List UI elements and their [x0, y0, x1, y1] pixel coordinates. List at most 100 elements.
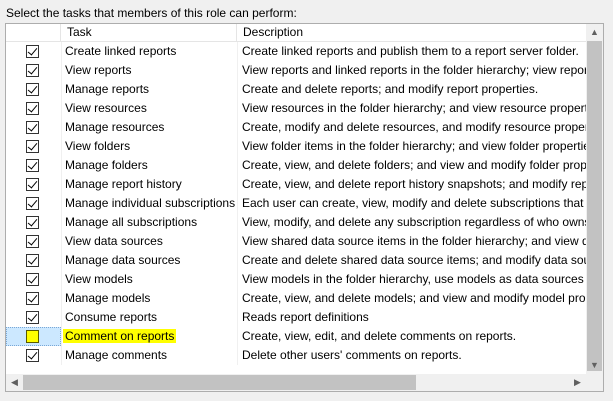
- column-header-task[interactable]: Task: [61, 24, 237, 41]
- row-task-cell[interactable]: Create linked reports: [61, 42, 237, 61]
- checked-checkbox[interactable]: [26, 235, 39, 248]
- table-row[interactable]: Manage all subscriptions View, modify, an…: [6, 213, 586, 232]
- row-check-cell[interactable]: [6, 42, 61, 61]
- row-task-cell[interactable]: Manage data sources: [61, 251, 237, 270]
- table-row[interactable]: Manage reports Create and delete reports;…: [6, 80, 586, 99]
- row-check-cell[interactable]: [6, 194, 61, 213]
- table-row[interactable]: Consume reports Reads report definitions: [6, 308, 586, 327]
- row-check-cell[interactable]: [6, 308, 61, 327]
- row-check-cell[interactable]: [6, 137, 61, 156]
- row-description-cell[interactable]: Reads report definitions: [237, 308, 586, 327]
- row-task-cell[interactable]: View data sources: [61, 232, 237, 251]
- table-row[interactable]: View resources View resources in the fold…: [6, 99, 586, 118]
- task-description: Create and delete reports; and modify re…: [242, 82, 539, 96]
- row-description-cell[interactable]: Create, modify and delete resources, and…: [237, 118, 586, 137]
- table-row[interactable]: Manage report history Create, view, and d…: [6, 175, 586, 194]
- table-row[interactable]: Manage folders Create, view, and delete f…: [6, 156, 586, 175]
- row-task-cell[interactable]: Consume reports: [61, 308, 237, 327]
- table-row[interactable]: Manage models Create, view, and delete mo…: [6, 289, 586, 308]
- row-task-cell[interactable]: Manage comments: [61, 346, 237, 365]
- table-row[interactable]: Manage data sources Create and delete sha…: [6, 251, 586, 270]
- row-check-cell[interactable]: [6, 327, 61, 346]
- row-description-cell[interactable]: Create, view, edit, and delete comments …: [237, 327, 586, 346]
- column-header-check[interactable]: [6, 24, 61, 41]
- checked-checkbox[interactable]: [26, 178, 39, 191]
- checked-checkbox[interactable]: [26, 216, 39, 229]
- row-description-cell[interactable]: Create, view, and delete models; and vie…: [237, 289, 586, 308]
- checked-checkbox[interactable]: [26, 83, 39, 96]
- row-task-cell[interactable]: Manage folders: [61, 156, 237, 175]
- row-check-cell[interactable]: [6, 80, 61, 99]
- row-task-cell[interactable]: Manage all subscriptions: [61, 213, 237, 232]
- table-row[interactable]: View models View models in the folder hie…: [6, 270, 586, 289]
- horizontal-scrollbar[interactable]: ◀ ▶: [6, 374, 586, 391]
- table-row[interactable]: Manage comments Delete other users' comme…: [6, 346, 586, 365]
- row-task-cell[interactable]: View folders: [61, 137, 237, 156]
- row-description-cell[interactable]: Create and delete reports; and modify re…: [237, 80, 586, 99]
- checked-checkbox[interactable]: [26, 64, 39, 77]
- row-description-cell[interactable]: View models in the folder hierarchy, use…: [237, 270, 586, 289]
- row-task-cell[interactable]: View reports: [61, 61, 237, 80]
- checked-checkbox[interactable]: [26, 311, 39, 324]
- task-name: View resources: [65, 101, 147, 115]
- row-check-cell[interactable]: [6, 156, 61, 175]
- row-check-cell[interactable]: [6, 251, 61, 270]
- row-task-cell[interactable]: Manage individual subscriptions: [61, 194, 237, 213]
- row-check-cell[interactable]: [6, 270, 61, 289]
- checked-checkbox[interactable]: [26, 349, 39, 362]
- row-check-cell[interactable]: [6, 61, 61, 80]
- checked-checkbox[interactable]: [26, 254, 39, 267]
- table-row[interactable]: View data sources View shared data source…: [6, 232, 586, 251]
- row-description-cell[interactable]: Create, view, and delete report history …: [237, 175, 586, 194]
- checked-checkbox[interactable]: [26, 45, 39, 58]
- scroll-down-icon[interactable]: ▼: [586, 357, 603, 374]
- row-task-cell[interactable]: Comment on reports: [61, 327, 237, 346]
- table-row[interactable]: Manage resources Create, modify and delet…: [6, 118, 586, 137]
- row-task-cell[interactable]: Manage reports: [61, 80, 237, 99]
- row-task-cell[interactable]: Manage resources: [61, 118, 237, 137]
- row-check-cell[interactable]: [6, 213, 61, 232]
- table-row[interactable]: Create linked reports Create linked repor…: [6, 42, 586, 61]
- row-task-cell[interactable]: Manage report history: [61, 175, 237, 194]
- checked-checkbox[interactable]: [26, 102, 39, 115]
- horizontal-scroll-thumb[interactable]: [23, 375, 416, 390]
- row-task-cell[interactable]: View models: [61, 270, 237, 289]
- scroll-up-icon[interactable]: ▲: [586, 24, 603, 41]
- checked-checkbox[interactable]: [26, 273, 39, 286]
- checked-checkbox[interactable]: [26, 159, 39, 172]
- table-row[interactable]: View folders View folder items in the fol…: [6, 137, 586, 156]
- row-description-cell[interactable]: View folder items in the folder hierarch…: [237, 137, 586, 156]
- row-description-cell[interactable]: View resources in the folder hierarchy; …: [237, 99, 586, 118]
- task-description: Create, modify and delete resources, and…: [242, 120, 586, 134]
- row-check-cell[interactable]: [6, 289, 61, 308]
- table-row[interactable]: View reports View reports and linked repo…: [6, 61, 586, 80]
- table-row[interactable]: Comment on reports Create, view, edit, an…: [6, 327, 586, 346]
- row-check-cell[interactable]: [6, 118, 61, 137]
- table-row[interactable]: Manage individual subscriptions Each user…: [6, 194, 586, 213]
- unchecked-checkbox[interactable]: [26, 330, 39, 343]
- row-description-cell[interactable]: View, modify, and delete any subscriptio…: [237, 213, 586, 232]
- row-check-cell[interactable]: [6, 99, 61, 118]
- row-description-cell[interactable]: Each user can create, view, modify and d…: [237, 194, 586, 213]
- tasks-list[interactable]: Task Description Create linked reports Cr…: [5, 23, 604, 392]
- checked-checkbox[interactable]: [26, 121, 39, 134]
- row-check-cell[interactable]: [6, 346, 61, 365]
- row-check-cell[interactable]: [6, 232, 61, 251]
- checked-checkbox[interactable]: [26, 140, 39, 153]
- row-description-cell[interactable]: View reports and linked reports in the f…: [237, 61, 586, 80]
- row-task-cell[interactable]: View resources: [61, 99, 237, 118]
- checked-checkbox[interactable]: [26, 292, 39, 305]
- row-check-cell[interactable]: [6, 175, 61, 194]
- row-description-cell[interactable]: Create and delete shared data source ite…: [237, 251, 586, 270]
- row-task-cell[interactable]: Manage models: [61, 289, 237, 308]
- checked-checkbox[interactable]: [26, 197, 39, 210]
- row-description-cell[interactable]: Delete other users' comments on reports.: [237, 346, 586, 365]
- row-description-cell[interactable]: Create linked reports and publish them t…: [237, 42, 586, 61]
- scroll-left-icon[interactable]: ◀: [6, 374, 23, 391]
- vertical-scroll-thumb[interactable]: [587, 41, 602, 371]
- column-header-description[interactable]: Description: [237, 24, 586, 41]
- vertical-scrollbar[interactable]: ▲: [586, 24, 603, 374]
- scroll-right-icon[interactable]: ▶: [569, 374, 586, 391]
- row-description-cell[interactable]: View shared data source items in the fol…: [237, 232, 586, 251]
- row-description-cell[interactable]: Create, view, and delete folders; and vi…: [237, 156, 586, 175]
